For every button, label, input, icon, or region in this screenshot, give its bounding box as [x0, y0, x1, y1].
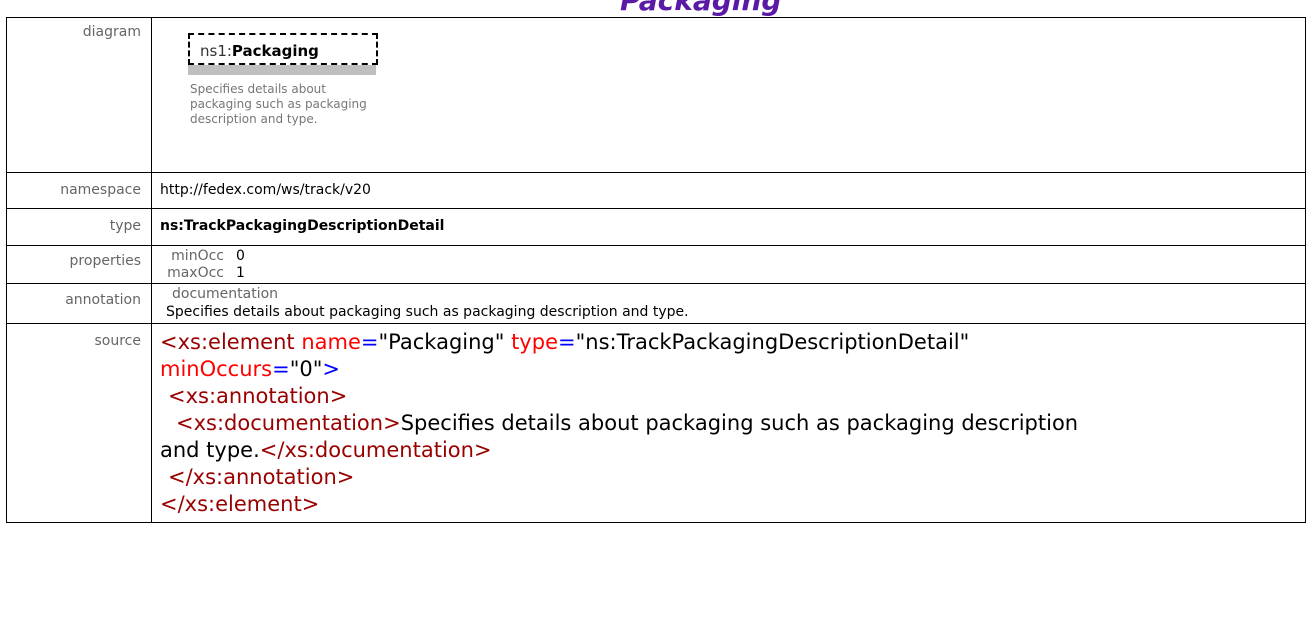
type-label: type	[6, 208, 152, 246]
element-node[interactable]: ns1:Packaging	[188, 33, 378, 65]
documentation-text: Specifies details about packaging such a…	[166, 304, 689, 320]
source-line: <xs:documentation>Specifies details abou…	[176, 411, 1079, 435]
annotation-cell: documentation Specifies details about pa…	[151, 283, 1306, 324]
node-name: Packaging	[231, 42, 319, 60]
prop-key-maxocc: maxOcc	[167, 265, 224, 281]
namespace-value[interactable]: http://fedex.com/ws/track/v20	[151, 172, 1306, 209]
source-line: </xs:element>	[160, 492, 320, 516]
properties-label: properties	[6, 245, 152, 284]
diagram-row: diagram ns1:Packaging Specifies details …	[6, 17, 1306, 173]
namespace-row: namespace http://fedex.com/ws/track/v20	[6, 172, 1306, 209]
diagram-documentation: Specifies details about packaging such a…	[190, 82, 367, 126]
node-prefix: ns1:	[200, 42, 232, 60]
prop-value-maxocc: 1	[236, 265, 245, 281]
diagram-label: diagram	[6, 17, 152, 173]
source-line: <xs:annotation>	[168, 384, 348, 408]
type-value[interactable]: ns:TrackPackagingDescriptionDetail	[151, 208, 1306, 246]
source-label: source	[6, 323, 152, 523]
source-cell: <xs:element name="Packaging" type="ns:Tr…	[151, 323, 1306, 523]
prop-value-minocc: 0	[236, 248, 245, 264]
type-row: type ns:TrackPackagingDescriptionDetail	[6, 208, 1306, 246]
source-row: source <xs:element name="Packaging" type…	[6, 323, 1306, 523]
page-title: Packaging	[620, 0, 782, 17]
annotation-label: annotation	[6, 283, 152, 324]
source-line: </xs:annotation>	[168, 465, 355, 489]
namespace-label: namespace	[6, 172, 152, 209]
source-code: <xs:element name="Packaging" type="ns:Tr…	[158, 324, 1305, 522]
element-node-shadow: ns1:Packaging	[188, 33, 378, 75]
annotation-row: annotation documentation Specifies detai…	[6, 283, 1306, 324]
properties-cell: minOcc 0 maxOcc 1	[151, 245, 1306, 284]
documentation-label: documentation	[172, 286, 279, 302]
diagram-cell: ns1:Packaging Specifies details about pa…	[151, 17, 1306, 173]
properties-row: properties minOcc 0 maxOcc 1	[6, 245, 1306, 284]
prop-key-minocc: minOcc	[171, 248, 224, 264]
element-doc-table: diagram ns1:Packaging Specifies details …	[6, 17, 1306, 523]
source-line: <xs:element name="Packaging" type="ns:Tr…	[160, 330, 970, 354]
source-line: and type.</xs:documentation>	[160, 438, 492, 462]
page-header-strip: Packaging	[0, 0, 1313, 18]
source-line: minOccurs="0">	[160, 357, 341, 381]
